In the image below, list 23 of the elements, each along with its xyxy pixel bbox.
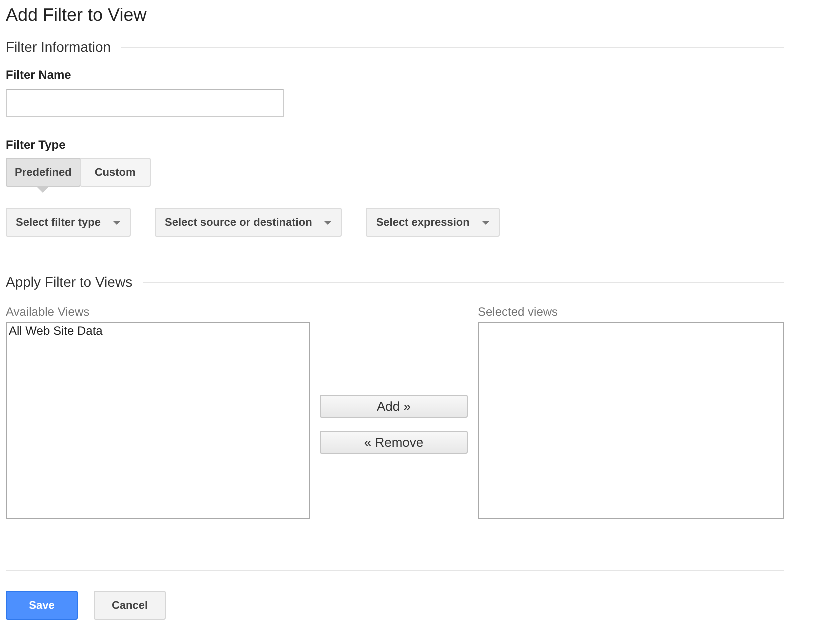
filter-type-tab[interactable]: Custom — [80, 158, 151, 187]
caret-icon — [482, 220, 490, 224]
dropdown[interactable]: Select source or destination — [154, 208, 342, 237]
selected-views-list[interactable] — [478, 322, 784, 519]
page-title: Add Filter to View — [6, 4, 148, 27]
section-heading: Apply Filter to Views — [6, 274, 133, 290]
pointer-icon — [36, 187, 49, 193]
list-item[interactable]: All Web Site Data — [7, 323, 309, 339]
dropdown[interactable]: Select filter type — [6, 208, 131, 237]
transfer-button[interactable]: « Remove — [320, 431, 468, 454]
dropdown[interactable]: Select expression — [366, 208, 500, 237]
field-label: Filter Type — [6, 138, 67, 152]
section-heading: Filter Information — [6, 39, 112, 55]
field-label: Filter Name — [6, 68, 72, 82]
transfer-button[interactable]: Add » — [320, 395, 468, 418]
cancel-button[interactable]: Cancel — [94, 591, 166, 620]
list-label: Selected views — [478, 305, 560, 319]
caret-icon — [324, 220, 332, 224]
available-views-list[interactable]: All Web Site Data — [6, 322, 310, 519]
filter-type-tab[interactable]: Predefined — [6, 158, 81, 187]
filter-name-field[interactable] — [6, 89, 284, 117]
list-label: Available Views — [6, 305, 91, 319]
caret-icon — [112, 220, 121, 224]
